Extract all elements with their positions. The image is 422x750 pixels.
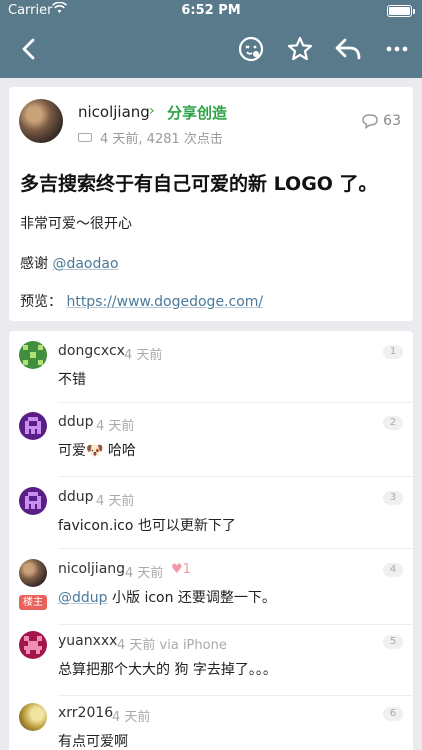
reply-floor: 1 — [383, 345, 403, 359]
reply-username[interactable]: ddup — [58, 414, 94, 430]
reply-content: @ddup 小版 icon 还要调整一下。 — [58, 587, 276, 607]
topic-paragraph: 非常可爱～很开心 — [20, 216, 132, 232]
divider — [58, 548, 413, 549]
status-bar: Carrier 6:52 PM — [0, 0, 422, 22]
divider — [58, 402, 413, 403]
reply-content: 有点可爱啊 — [58, 734, 128, 750]
reply-username[interactable]: yuanxxx — [58, 633, 117, 649]
reply-content: 总算把那个大大的 狗 字去掉了。。。 — [58, 662, 277, 678]
topic-meta: 4 天前, 4281 次点击 — [78, 128, 223, 147]
topic-card: nicoljiang › 分享创造 4 天前, 4281 次点击 63 多吉搜索… — [9, 87, 413, 321]
reply-list: dongcxcx 4 天前 1 不错 ddup 4 天前 2 可爱🐶 哈哈 dd… — [9, 331, 413, 750]
topic-title: 多吉搜索终于有自己可爱的新 LOGO 了。 — [20, 173, 378, 195]
reply-avatar[interactable] — [19, 341, 47, 369]
author-avatar[interactable] — [19, 99, 63, 143]
reply-time: 4 天前 via iPhone — [117, 638, 227, 653]
more-button[interactable] — [380, 32, 414, 66]
preview-link[interactable]: https://www.dogedoge.com/ — [66, 294, 263, 310]
divider — [58, 476, 413, 477]
emoji-icon — [238, 36, 264, 62]
reply-username[interactable]: dongcxcx — [58, 343, 125, 359]
reply-floor: 6 — [383, 707, 403, 721]
reply-content: 不错 — [58, 372, 86, 388]
reply-username[interactable]: nicoljiang — [58, 561, 125, 577]
reply-time: 4 天前 — [96, 419, 135, 434]
reply-content: favicon.ico 也可以更新下了 — [58, 518, 236, 534]
reply-time: 4 天前 — [125, 566, 164, 581]
mention-link[interactable]: @daodao — [52, 256, 118, 272]
battery-icon — [387, 5, 415, 17]
clock: 6:52 PM — [181, 3, 241, 18]
reply-icon — [335, 38, 361, 60]
preview-prefix: 预览： — [20, 294, 62, 310]
comment-icon — [362, 114, 378, 129]
topic-author[interactable]: nicoljiang — [78, 103, 150, 121]
reply-floor: 4 — [383, 563, 403, 577]
reply-username[interactable]: ddup — [58, 489, 94, 505]
reply-floor: 5 — [383, 635, 403, 649]
reply-avatar[interactable] — [19, 703, 47, 731]
topic-meta-text: 4 天前, 4281 次点击 — [100, 132, 223, 147]
reply-time: 4 天前 — [124, 348, 163, 363]
reply-username[interactable]: xrr2016 — [58, 705, 113, 721]
reply-floor: 2 — [383, 416, 403, 430]
thank-button[interactable] — [234, 32, 268, 66]
reply-time: 4 天前 — [96, 494, 135, 509]
keyboard-icon — [78, 133, 92, 142]
more-icon — [386, 46, 408, 52]
reply-text: 小版 icon 还要调整一下。 — [107, 590, 276, 606]
reply-content: 可爱🐶 哈哈 — [58, 443, 136, 459]
reply-avatar[interactable] — [19, 412, 47, 440]
reply-avatar[interactable] — [19, 631, 47, 659]
reply-floor: 3 — [383, 491, 403, 505]
thanks-prefix: 感谢 — [20, 256, 53, 272]
like-count[interactable]: ♥1 — [171, 562, 191, 577]
divider — [58, 624, 413, 625]
reply-count: 63 — [361, 113, 401, 129]
reply-avatar[interactable] — [19, 559, 47, 587]
reply-count-value: 63 — [383, 113, 401, 129]
node-arrow-icon: › — [149, 103, 155, 119]
like-count-value: 1 — [182, 562, 191, 577]
mention-link[interactable]: @ddup — [58, 590, 108, 606]
heart-icon: ♥ — [171, 562, 183, 577]
owner-badge: 楼主 — [19, 595, 47, 610]
topic-preview: 预览： https://www.dogedoge.com/ — [20, 291, 263, 311]
star-icon — [287, 36, 313, 61]
chevron-left-icon — [22, 38, 35, 60]
node-link[interactable]: 分享创造 — [167, 102, 227, 123]
reply-time: 4 天前 — [112, 710, 151, 725]
topic-thanks: 感谢 @daodao — [20, 253, 119, 273]
navigation-bar — [0, 22, 422, 78]
divider — [58, 695, 413, 696]
back-button[interactable] — [12, 32, 46, 66]
favorite-button[interactable] — [283, 32, 317, 66]
reply-avatar[interactable] — [19, 487, 47, 515]
reply-button[interactable] — [331, 32, 365, 66]
